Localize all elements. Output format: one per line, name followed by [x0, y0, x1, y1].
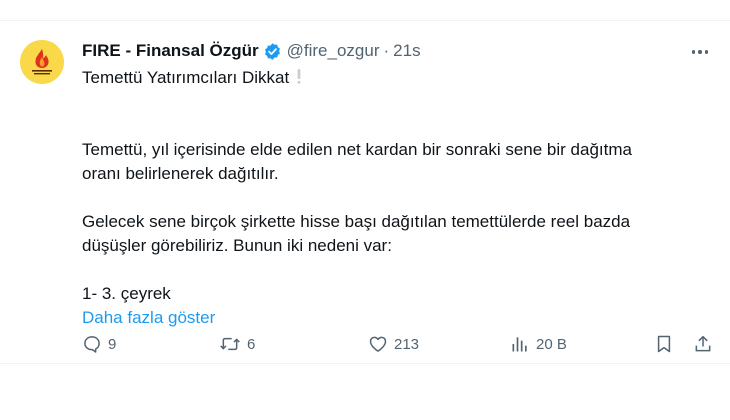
author-name[interactable]: FIRE - Finansal Özgür [82, 41, 259, 61]
verified-badge-icon [263, 42, 282, 61]
tweet-header: FIRE - Finansal Özgür @fire_ozgur · 21s [82, 40, 421, 62]
author-handle[interactable]: @fire_ozgur [287, 41, 380, 61]
repost-count: 6 [247, 335, 256, 353]
repost-icon [220, 337, 240, 351]
views-button[interactable]: 20 B [510, 332, 567, 356]
share-icon [695, 335, 711, 352]
bookmark-icon [657, 335, 671, 353]
show-more-link[interactable]: Daha fazla göster [82, 306, 702, 330]
tweet-title-text: Temettü Yatırımcıları Dikkat [82, 68, 290, 87]
action-bar: 9 6 213 20 B [82, 332, 714, 356]
views-icon [512, 337, 527, 352]
like-count: 213 [394, 335, 420, 353]
repost-button[interactable]: 6 [219, 332, 255, 356]
views-count: 20 B [536, 335, 567, 353]
separator-dot: · [383, 41, 390, 60]
tweet-line: Temettü, yıl içerisinde elde edilen net … [82, 140, 632, 159]
timestamp[interactable]: 21s [393, 41, 420, 61]
share-button[interactable] [693, 332, 713, 356]
exclamation-icon [297, 67, 301, 84]
tweet-line: düşüşler görebiliriz. Bunun iki nedeni v… [82, 236, 392, 255]
tweet-line-title: Temettü Yatırımcıları Dikkat [82, 66, 702, 90]
fire-logo-icon [20, 40, 64, 84]
avatar[interactable] [20, 40, 64, 84]
tweet-text: Temettü Yatırımcıları Dikkat Temettü, yı… [82, 66, 702, 330]
bookmark-button[interactable] [654, 332, 674, 356]
like-icon [369, 336, 387, 352]
reply-count: 9 [108, 335, 117, 353]
like-button[interactable]: 213 [368, 332, 419, 356]
tweet-line: 1- 3. çeyrek [82, 284, 171, 303]
tweet-line: Gelecek sene birçok şirkette hisse başı … [82, 212, 631, 231]
reply-button[interactable]: 9 [82, 332, 116, 356]
more-dots-icon[interactable] [688, 42, 712, 62]
reply-icon [84, 336, 100, 353]
tweet-line: oranı belirlenerek dağıtılır. [82, 164, 279, 183]
